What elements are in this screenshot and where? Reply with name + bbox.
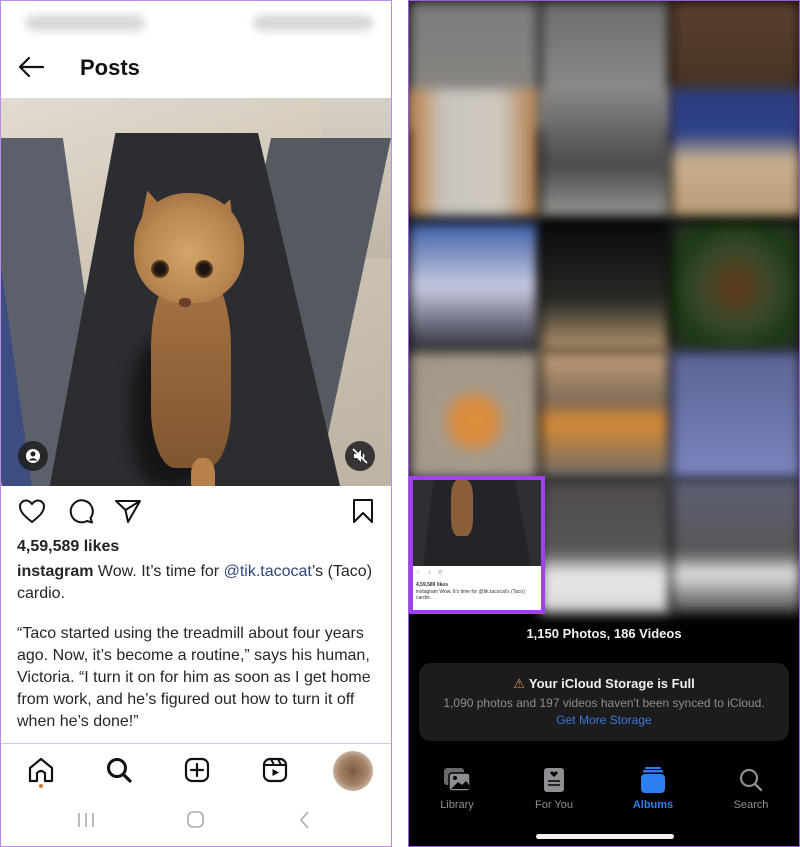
library-counts: 1,150 Photos, 186 Videos (526, 626, 682, 641)
get-more-storage-link[interactable]: Get More Storage (419, 713, 789, 727)
photo-thumbnail[interactable] (671, 89, 799, 217)
photos-panel: ♡ ○ ▽ 4,59,589 likes instagram Wow. It's… (408, 0, 800, 847)
likes-count[interactable]: 4,59,589 likes (17, 538, 119, 556)
albums-icon (641, 767, 665, 793)
home-button-icon[interactable] (185, 810, 207, 830)
photo-library-icon (444, 768, 471, 792)
photo-thumbnail[interactable] (671, 479, 799, 613)
photo-thumbnail[interactable] (540, 351, 670, 479)
recent-apps-icon[interactable] (75, 810, 97, 830)
caption-username[interactable]: instagram (17, 563, 93, 580)
photo-thumbnail[interactable] (409, 89, 539, 217)
tab-search[interactable]: Search (711, 766, 791, 811)
warning-icon: ⚠ (513, 676, 525, 691)
tab-albums[interactable]: Albums (613, 766, 693, 811)
profile-avatar[interactable] (333, 751, 373, 791)
heart-icon[interactable] (17, 496, 47, 526)
caption-body: “Taco started using the treadmill about … (17, 625, 371, 730)
create-icon[interactable] (182, 755, 212, 785)
instagram-panel: Posts 4,59,589 likes instagram Wow. It’s… (0, 0, 392, 847)
search-icon (739, 768, 763, 792)
notification-dot (39, 784, 43, 788)
user-tag-icon (26, 449, 40, 463)
send-icon[interactable] (113, 496, 143, 526)
status-bar-right-blurred (253, 15, 373, 31)
home-indicator[interactable] (536, 834, 674, 839)
photo-thumbnail[interactable] (409, 351, 539, 479)
post-caption: instagram Wow. It’s time for @tik.tacoca… (17, 563, 373, 602)
thumb-likes: 4,59,589 likes (416, 582, 448, 588)
user-tag-button[interactable] (18, 441, 48, 471)
arrow-left-icon[interactable] (17, 55, 45, 79)
post-video[interactable] (1, 98, 391, 486)
comment-icon[interactable] (66, 496, 96, 526)
photo-thumbnail[interactable] (540, 89, 670, 217)
status-bar-left-blurred (25, 15, 145, 31)
for-you-icon (544, 768, 564, 792)
mention-link[interactable]: @tik.tacocat (224, 563, 312, 580)
icloud-subtitle: 1,090 photos and 197 videos haven't been… (443, 696, 765, 710)
sound-off-icon (352, 448, 368, 464)
thumb-action-icons: ♡ ○ ▽ (416, 570, 446, 576)
android-nav-bar (1, 806, 391, 836)
back-nav-icon[interactable] (295, 810, 317, 830)
status-bar (1, 1, 391, 39)
icloud-title: Your iCloud Storage is Full (528, 676, 695, 691)
tab-for-you[interactable]: For You (514, 766, 594, 811)
search-icon[interactable] (104, 755, 134, 785)
highlighted-screenshot-thumbnail[interactable]: ♡ ○ ▽ 4,59,589 likes instagram Wow. It's… (409, 476, 545, 614)
page-title: Posts (80, 55, 140, 80)
thumb-caption: instagram Wow. It's time for @tik.tacoca… (416, 589, 525, 601)
photo-thumbnail[interactable] (540, 479, 670, 613)
home-icon[interactable] (26, 755, 56, 785)
tab-library[interactable]: Library (417, 766, 497, 811)
nav-divider (1, 743, 391, 744)
photo-thumbnail[interactable] (671, 223, 799, 351)
photo-thumbnail[interactable] (540, 223, 670, 351)
mute-button[interactable] (345, 441, 375, 471)
photo-grid: ♡ ○ ▽ 4,59,589 likes instagram Wow. It's… (409, 1, 799, 614)
posts-header: Posts (1, 45, 391, 91)
reels-icon[interactable] (260, 755, 290, 785)
photo-thumbnail[interactable] (409, 223, 539, 351)
photos-tab-bar: Library For You Albums Search (409, 766, 799, 816)
bookmark-icon[interactable] (348, 496, 378, 526)
icloud-storage-banner: ⚠ Your iCloud Storage is Full 1,090 photo… (419, 663, 789, 741)
post-actions (1, 496, 391, 528)
photo-thumbnail[interactable] (671, 351, 799, 479)
